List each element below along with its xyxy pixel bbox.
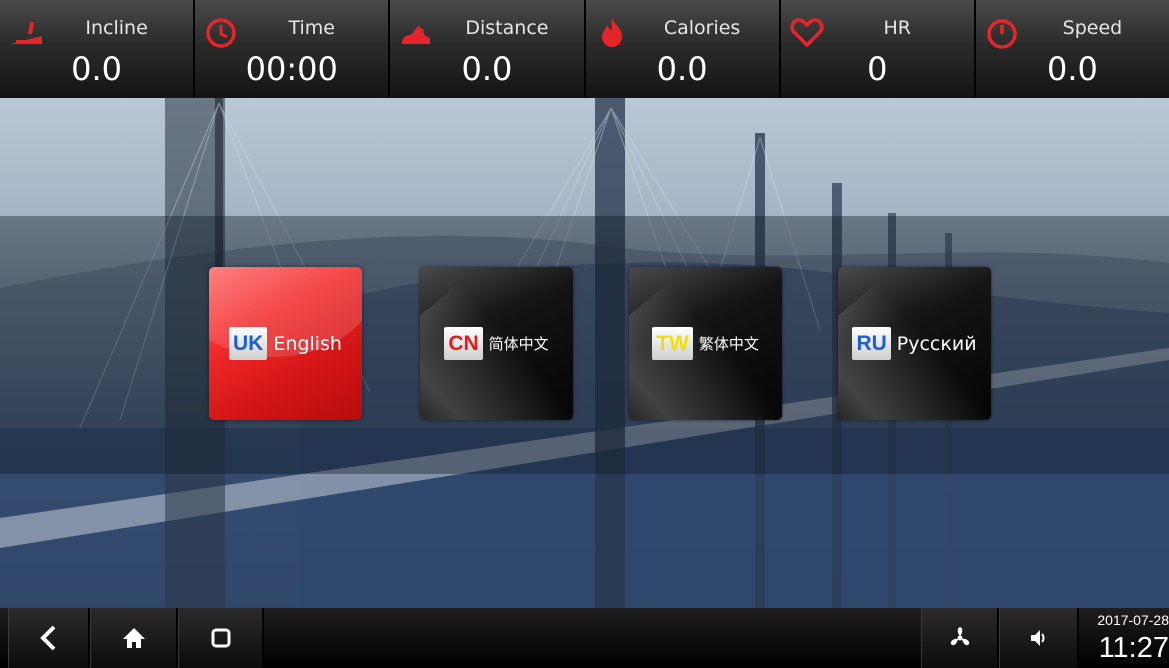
metric-label: Incline <box>85 17 148 39</box>
language-tile-russian[interactable]: RU Русский <box>838 267 991 420</box>
metric-value: 0.0 <box>71 50 123 88</box>
volume-button[interactable] <box>999 608 1079 668</box>
clock-icon <box>206 18 236 48</box>
language-option: CN 简体中文 <box>444 327 549 360</box>
metric-label: HR <box>883 17 912 39</box>
metric-calories: Calories 0.0 <box>583 0 779 98</box>
metrics-bar: Incline 0.0 Time 00:00 Distance 0.0 Calo… <box>0 0 1169 98</box>
language-label: Русский <box>896 332 977 355</box>
metric-value: 0 <box>867 50 888 88</box>
heart-icon <box>790 18 824 48</box>
metric-hr: HR 0 <box>778 0 974 98</box>
recents-icon <box>211 628 230 648</box>
clock-display: 11:27 <box>1098 632 1169 664</box>
system-navigation-bar: 2017-07-28 11:27 <box>0 608 1169 668</box>
back-button[interactable] <box>8 608 90 668</box>
language-code-badge: UK <box>229 327 268 360</box>
language-label: 简体中文 <box>488 335 549 353</box>
language-label: English <box>273 332 342 355</box>
language-option: RU Русский <box>852 327 977 360</box>
metric-speed: Speed 0.0 <box>973 0 1169 98</box>
metric-time: Time 00:00 <box>193 0 389 98</box>
home-button[interactable] <box>90 608 178 668</box>
language-tile-english[interactable]: UK English <box>209 267 362 420</box>
metric-distance: Distance 0.0 <box>388 0 584 98</box>
language-code-badge: RU <box>852 327 891 360</box>
metric-label: Calories <box>663 17 741 39</box>
metric-value: 0.0 <box>656 50 708 88</box>
language-code-badge: CN <box>444 327 483 360</box>
metric-label: Speed <box>1062 17 1123 39</box>
translucent-band <box>0 216 1169 474</box>
speedometer-icon <box>987 19 1017 49</box>
metric-label: Distance <box>465 17 549 39</box>
flame-icon <box>601 18 622 47</box>
language-option: TW 繁体中文 <box>652 327 759 360</box>
running-shoe-icon <box>402 26 431 44</box>
fan-button[interactable] <box>921 608 999 668</box>
back-icon <box>39 625 55 651</box>
bridge-background-image <box>0 98 1169 608</box>
incline-icon <box>10 22 42 44</box>
volume-icon <box>1030 630 1044 646</box>
metric-value: 00:00 <box>245 50 338 88</box>
metric-label: Time <box>288 17 336 39</box>
metric-incline: Incline 0.0 <box>0 0 194 98</box>
language-label: 繁体中文 <box>698 335 759 353</box>
fan-icon <box>950 627 969 646</box>
metric-value: 0.0 <box>461 50 513 88</box>
recents-button[interactable] <box>178 608 264 668</box>
language-tile-simplified-chinese[interactable]: CN 简体中文 <box>420 267 573 420</box>
date-display: 2017-07-28 <box>1097 612 1169 628</box>
metric-value: 0.0 <box>1047 50 1098 88</box>
language-tile-traditional-chinese[interactable]: TW 繁体中文 <box>629 267 782 420</box>
language-code-badge: TW <box>652 327 693 360</box>
language-option: UK English <box>229 327 342 360</box>
home-icon <box>122 628 145 648</box>
